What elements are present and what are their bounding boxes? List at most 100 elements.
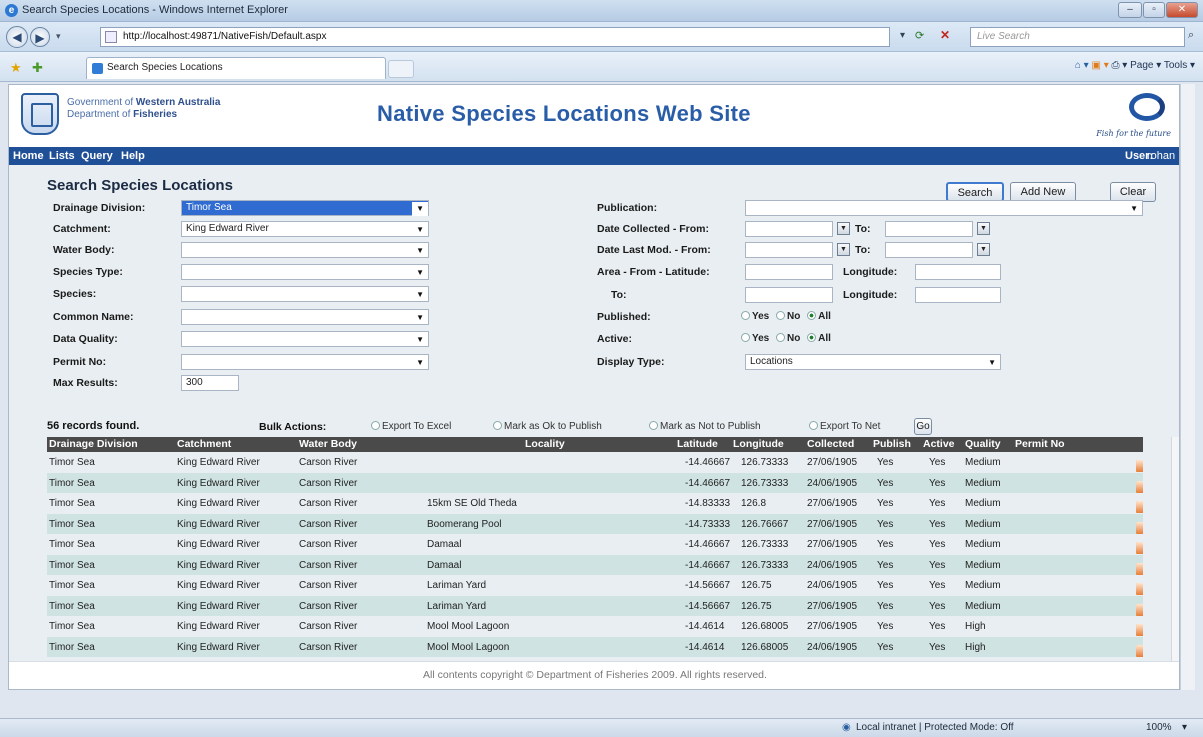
column-header[interactable]: Longitude	[733, 438, 784, 450]
bulk-mark-ok-radio[interactable]: Mark as Ok to Publish	[493, 421, 602, 432]
area-from-longitude-input[interactable]	[915, 264, 1001, 280]
delete-icon[interactable]	[1136, 644, 1143, 657]
table-row[interactable]: Timor Sea King Edward River Carson River 15…	[47, 493, 1143, 513]
live-search-input[interactable]: Live Search	[970, 27, 1185, 47]
calendar-icon[interactable]: ▼	[977, 243, 990, 256]
calendar-icon[interactable]: ▼	[977, 222, 990, 235]
zoom-dropdown-icon[interactable]: ▾	[1182, 722, 1187, 733]
calendar-icon[interactable]: ▼	[837, 243, 850, 256]
page-scrollbar[interactable]	[1180, 84, 1195, 690]
close-window-button[interactable]: ✕	[1166, 2, 1198, 18]
nav-home[interactable]: Home	[13, 147, 44, 165]
bulk-mark-not-radio[interactable]: Mark as Not to Publish	[649, 421, 761, 432]
refresh-icon[interactable]: ⟳	[915, 29, 924, 42]
new-tab-button[interactable]	[388, 60, 414, 78]
published-no-radio[interactable]	[776, 311, 786, 320]
favorites-star-icon[interactable]: ★	[10, 60, 22, 76]
bulk-export-excel-radio[interactable]: Export To Excel	[371, 421, 451, 432]
page-tools-menu[interactable]: Page ▾ Tools ▾	[1130, 60, 1195, 71]
history-dropdown-icon[interactable]: ▾	[56, 31, 61, 42]
common-name-select[interactable]: ▼	[181, 309, 429, 325]
area-from-latitude-input[interactable]	[745, 264, 833, 280]
column-header[interactable]: Quality	[965, 438, 1001, 450]
publication-select[interactable]: ▼	[745, 200, 1143, 216]
water-body-select[interactable]: ▼	[181, 242, 429, 258]
table-scrollbar[interactable]	[1171, 437, 1179, 661]
add-new-button[interactable]: Add New	[1010, 182, 1076, 202]
drainage-division-select[interactable]: Timor Sea ▼	[181, 200, 429, 216]
max-results-input[interactable]: 300	[181, 375, 239, 391]
species-select[interactable]: ▼	[181, 286, 429, 302]
published-yes-radio[interactable]	[741, 311, 750, 320]
table-row[interactable]: Timor Sea King Edward River Carson River Da…	[47, 534, 1143, 554]
bulk-export-net-radio[interactable]: Export To Net	[809, 421, 880, 432]
delete-icon[interactable]	[1136, 521, 1143, 534]
table-row[interactable]: Timor Sea King Edward River Carson River La…	[47, 595, 1143, 616]
date-collected-to-input[interactable]	[885, 221, 973, 237]
column-header[interactable]: Active	[923, 438, 955, 450]
nav-query[interactable]: Query	[81, 147, 113, 165]
catchment-select[interactable]: King Edward River ▼	[181, 221, 429, 237]
url-input[interactable]: http://localhost:49871/NativeFish/Defaul…	[100, 27, 890, 47]
active-no-radio[interactable]	[776, 333, 786, 342]
table-row[interactable]: Timor Sea King Edward River Carson River Bo…	[47, 513, 1143, 534]
date-collected-to-label: To:	[855, 223, 871, 235]
url-dropdown-icon[interactable]: ▾	[900, 30, 905, 41]
data-quality-select[interactable]: ▼	[181, 331, 429, 347]
forward-icon[interactable]: ▶	[30, 27, 50, 47]
maximize-button[interactable]: ▫	[1143, 2, 1165, 18]
date-last-mod-to-input[interactable]	[885, 242, 973, 258]
search-button[interactable]: Search	[946, 182, 1004, 202]
display-type-select[interactable]: Locations ▼	[745, 354, 1001, 370]
active-radio-group[interactable]: Yes No All	[741, 333, 831, 344]
zoom-level[interactable]: 100%	[1146, 722, 1172, 733]
stop-icon[interactable]: ✕	[940, 28, 950, 42]
table-row[interactable]: Timor Sea King Edward River Carson River -1…	[47, 472, 1143, 493]
delete-icon[interactable]	[1136, 583, 1143, 595]
date-last-mod-from-input[interactable]	[745, 242, 833, 258]
column-header[interactable]: Water Body	[299, 438, 357, 450]
column-header[interactable]: Catchment	[177, 438, 231, 450]
published-radio-group[interactable]: Yes No All	[741, 311, 831, 322]
delete-icon[interactable]	[1136, 480, 1143, 493]
command-bar[interactable]: ⌂ ▾ ▣ ▾ ⎙ ▾ Page ▾ Tools ▾	[1075, 60, 1195, 71]
column-header[interactable]: Latitude	[677, 438, 718, 450]
table-row[interactable]: Timor Sea King Edward River Carson River La…	[47, 575, 1143, 595]
delete-icon[interactable]	[1136, 460, 1143, 472]
published-all-radio[interactable]	[807, 311, 817, 320]
print-icon[interactable]: ⎙ ▾	[1112, 60, 1131, 71]
date-collected-from-input[interactable]	[745, 221, 833, 237]
search-icon[interactable]: ⌕	[1188, 29, 1194, 42]
clear-button[interactable]: Clear	[1110, 182, 1156, 202]
calendar-icon[interactable]: ▼	[837, 222, 850, 235]
add-favorites-icon[interactable]: ✚	[32, 60, 43, 76]
go-button[interactable]: Go	[914, 418, 932, 435]
back-icon[interactable]: ◀	[6, 26, 28, 48]
species-type-select[interactable]: ▼	[181, 264, 429, 280]
area-to-longitude-input[interactable]	[915, 287, 1001, 303]
active-all-radio[interactable]	[807, 333, 817, 342]
table-row[interactable]: Timor Sea King Edward River Carson River Mo…	[47, 616, 1143, 636]
permit-no-select[interactable]: ▼	[181, 354, 429, 370]
table-row[interactable]: Timor Sea King Edward River Carson River Da…	[47, 554, 1143, 575]
nav-help[interactable]: Help	[121, 147, 145, 165]
delete-icon[interactable]	[1136, 501, 1143, 513]
area-to-latitude-input[interactable]	[745, 287, 833, 303]
active-yes-radio[interactable]	[741, 333, 750, 342]
table-row[interactable]: Timor Sea King Edward River Carson River Mo…	[47, 636, 1143, 657]
column-header[interactable]: Drainage Division	[49, 438, 138, 450]
column-header[interactable]: Permit No	[1015, 438, 1065, 450]
column-header[interactable]: Collected	[807, 438, 854, 450]
delete-icon[interactable]	[1136, 562, 1143, 575]
column-header[interactable]: Publish	[873, 438, 911, 450]
nav-lists[interactable]: Lists	[49, 147, 75, 165]
home-icon[interactable]: ⌂ ▾	[1075, 60, 1092, 71]
browser-tab[interactable]: Search Species Locations	[86, 57, 386, 79]
delete-icon[interactable]	[1136, 624, 1143, 636]
minimize-button[interactable]: –	[1118, 2, 1142, 18]
table-row[interactable]: Timor Sea King Edward River Carson River -1…	[47, 452, 1143, 472]
feeds-icon[interactable]: ▣ ▾	[1091, 60, 1111, 71]
column-header[interactable]: Locality	[525, 438, 565, 450]
delete-icon[interactable]	[1136, 603, 1143, 616]
delete-icon[interactable]	[1136, 542, 1143, 554]
